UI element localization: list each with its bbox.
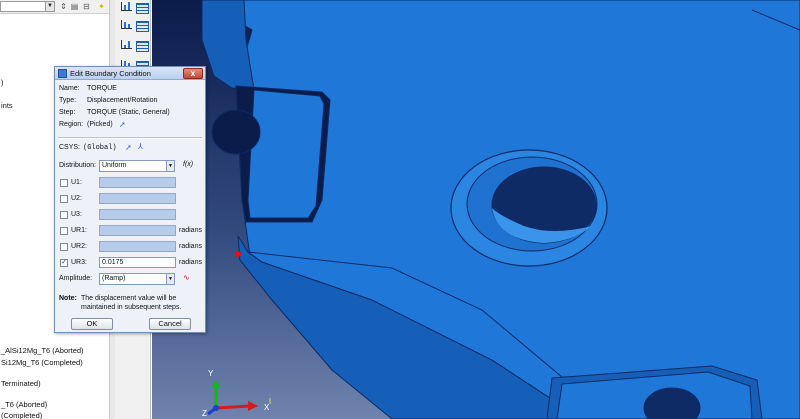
triad-x-label: X [264,403,270,412]
u2-field[interactable] [99,193,176,204]
bar-chart-icon [121,40,132,49]
ur2-label: UR2: [71,243,87,250]
table-icon [136,21,149,32]
tree-item[interactable]: (Completed) [1,411,42,419]
amplitude-curve-icon[interactable]: ∿ [183,274,190,282]
u3-checkbox[interactable] [60,211,68,219]
triad-z-label: Z [202,409,207,418]
note-label: Note: [59,295,77,302]
chevron-down-icon: ▼ [166,161,174,171]
u1-label: U1: [71,179,82,186]
ur3-unit: radians [179,259,202,266]
type-label: Type: [59,97,77,104]
divider [58,137,202,139]
lightbulb-icon[interactable]: ✦ [97,2,106,11]
region-label: Region: [59,121,84,128]
u1-field[interactable] [99,177,176,188]
ur1-label: UR1: [71,227,87,234]
picked-point-marker [235,251,241,257]
model-render: Y Z X [201,0,800,419]
sort-icon[interactable]: ⇕ [59,2,68,11]
distribution-value: Uniform [102,162,127,169]
amplitude-select[interactable]: (Ramp) ▼ [99,273,175,285]
csys-axes-icon[interactable]: ⅄ [138,143,143,151]
step-value: TORQUE (Static, General) [87,109,170,116]
u3-label: U3: [71,211,82,218]
dialog-titlebar[interactable]: Edit Boundary Condition x [55,67,205,80]
u2-checkbox[interactable] [60,195,68,203]
distribution-select[interactable]: Uniform ▼ [99,160,175,172]
table-tool-button[interactable] [134,1,149,14]
dialog-title: Edit Boundary Condition [70,69,151,78]
xy-plot-tool-button[interactable] [118,39,133,52]
table-icon [136,41,149,52]
ur2-checkbox[interactable] [60,243,68,251]
region-value: (Picked) [87,121,113,128]
amplitude-value: (Ramp) [102,275,126,282]
collapse-icon[interactable]: ⊟ [82,2,91,11]
u3-field[interactable] [99,209,176,220]
csys-label: CSYS: [59,144,81,151]
tree-item[interactable]: ints [1,101,13,110]
ok-button[interactable]: OK [71,318,113,330]
u2-label: U2: [71,195,82,202]
cancel-button[interactable]: Cancel [149,318,191,330]
close-button[interactable]: x [183,68,203,79]
bar-chart-icon [121,20,132,29]
type-value: Displacement/Rotation [87,97,158,104]
viewport-canvas[interactable]: Y Z X [152,0,800,419]
ur1-unit: radians [179,227,202,234]
ur1-field[interactable] [99,225,176,236]
edit-boundary-condition-dialog: Edit Boundary Condition x Name: TORQUE T… [54,66,206,333]
tree-item[interactable]: ) [1,78,4,87]
step-label: Step: [59,109,76,116]
u1-checkbox[interactable] [60,179,68,187]
cursor-arrow-icon[interactable]: ➚ [125,144,132,152]
distribution-label: Distribution: [59,162,96,169]
name-label: Name: [59,85,80,92]
table-icon [136,3,149,14]
expand-icon[interactable]: ▤ [70,2,79,11]
ur2-unit: radians [179,243,202,250]
tree-item[interactable]: _T6 (Aborted) [1,400,47,409]
amplitude-label: Amplitude: [59,275,93,282]
csys-value: (Global) [83,144,117,152]
ur1-checkbox[interactable] [60,227,68,235]
app-icon [58,69,67,78]
chevron-down-icon: ▼ [166,274,174,284]
table-tool-button[interactable] [134,19,149,32]
chevron-down-icon[interactable]: ▼ [45,2,54,11]
table-tool-button[interactable] [134,39,149,52]
name-value: TORQUE [87,85,117,92]
note-line-1: The displacement value will be [81,295,177,302]
bar-chart-icon [121,2,132,11]
ur3-field[interactable]: 0.0175 [99,257,176,268]
tree-item[interactable]: Si12Mg_T6 (Completed) [1,358,83,367]
fx-button[interactable]: f(x) [183,161,193,168]
tree-item[interactable]: Terminated) [1,379,41,388]
tree-item[interactable]: _AlSi12Mg_T6 (Aborted) [1,346,84,355]
tree-toolbar: ▼ ⇕ ▤ ⊟ ✦ [0,0,109,14]
note-line-2: maintained in subsequent steps. [81,304,182,311]
triad-y-label: Y [208,369,214,378]
xy-plot-tool-button[interactable] [118,1,133,14]
ur2-field[interactable] [99,241,176,252]
ur3-label: UR3: [71,259,87,266]
ur3-checkbox[interactable]: ✓ [60,259,68,267]
cursor-arrow-icon[interactable]: ➚ [119,121,126,129]
tree-filter-combo[interactable]: ▼ [0,1,55,12]
xy-plot-tool-button[interactable] [118,19,133,32]
